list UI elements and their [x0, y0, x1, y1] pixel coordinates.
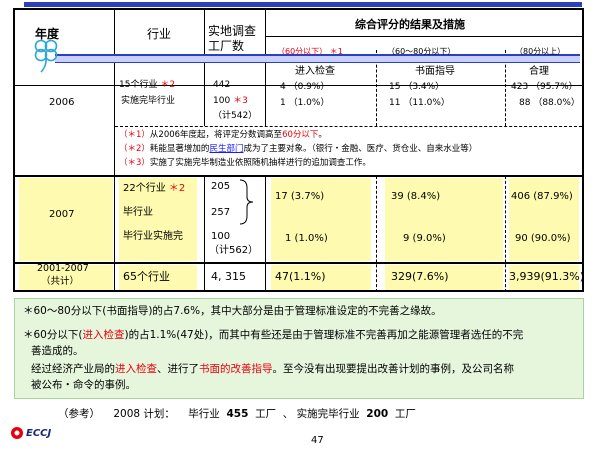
row-2006-high-1: 423 （95.7%） [511, 82, 578, 92]
row-2006-low-1: 4 （0.9%） [280, 82, 330, 92]
row-2007-high-1: 406 (87.9%) [511, 191, 573, 202]
row-total-count: 4, 315 [211, 270, 246, 283]
row-total-industry: 65个行业 [123, 270, 170, 283]
grid-line [114, 10, 115, 176]
row-2006-count-1: 442 [213, 80, 231, 90]
row-total-year-1: 2001-2007 [37, 263, 89, 274]
row-2007-industry-3: 毕行业实施完 [123, 231, 183, 242]
row-2006-industry-2: 实施完毕行业 [121, 96, 176, 106]
grid-line [115, 126, 582, 127]
row-2006-low-2: 1 （1.0%） [280, 98, 330, 108]
row-total-mid: 329(7.6%) [391, 270, 449, 283]
grid-line [204, 10, 205, 126]
grid-line [265, 176, 266, 292]
row-2007-industry-2: 毕行业 [123, 207, 153, 218]
note-3: （＊3）实施了实施完毕制造业依照随机抽样进行的追加调查工作。 [119, 158, 371, 168]
reference-line: （参考） 2008 计划： 毕行业 455 工厂 、 实施完毕行业 200 工厂 [58, 408, 416, 420]
header-results-title: 综合评分的结果及措施 [355, 18, 465, 31]
grid-line [265, 36, 582, 37]
grid-line [204, 176, 205, 292]
grid-line [265, 10, 266, 126]
row-2007-high-2: 90 (90.0%) [515, 233, 571, 244]
summary-bullet-3-cont: 被公布・命令的事例。 [31, 379, 136, 391]
row-2007-count-1: 205 [211, 181, 231, 192]
summary-box: ＊60～80分以下(书面指导)的占7.6%，其中大部分是由于管理标准设定的不完善… [14, 298, 584, 399]
row-2007-count-total: （计562） [209, 245, 259, 256]
row-2007-mid-1: 39 (8.4%) [391, 191, 441, 202]
row-2006-mid-1: 15 （3.4%） [389, 82, 445, 92]
eccj-logo-text: ECCJ [26, 428, 52, 439]
summary-bullet-2: ＊60分以下(进入检查)的占1.1%(47处)，而其中有些还是由于管理标准不完善… [23, 329, 524, 341]
row-total-low: 47(1.1%) [275, 270, 326, 283]
row-2006-year: 2006 [49, 97, 75, 108]
header-survey-count: 实地调查 工厂数 [208, 24, 257, 53]
row-2007-year: 2007 [49, 209, 75, 220]
brace-icon [239, 179, 254, 225]
eccj-logo-icon [11, 427, 23, 439]
grid-line [15, 262, 582, 264]
row-2006-mid-2: 11 （11.0%） [389, 98, 450, 108]
row-2006-count-2: 100 ＊3 [213, 96, 248, 106]
summary-bullet-3: 经过经济产业局的进入检查、进行了书面的改善指导。至今没有出现要提出改善计划的事例… [31, 363, 514, 375]
row-2007-industry-1: 22个行业 ＊2 [123, 183, 186, 194]
row-2007-mid-2: 9 (9.0%) [403, 233, 446, 244]
header-action-high: 合理 [529, 66, 549, 77]
row-2007-low-1: 17 (3.7%) [275, 191, 325, 202]
row-total-high: 3,939(91.3%) [509, 270, 585, 283]
grid-line [114, 176, 115, 292]
header-range-low: （60分以下） ＊1 [277, 47, 343, 56]
note-2: （＊2）耗能显著增加的民生部门成为了主要对象。（银行・金融、医疗、货仓业、自来水… [119, 144, 478, 154]
row-2006-industry-1: 15个行业 ＊2 [119, 80, 176, 90]
top-accent-bar [24, 2, 582, 7]
note-mark: ＊1 [329, 47, 343, 56]
row-2007-count-3: 100 [211, 231, 231, 242]
header-year: 年度 [35, 27, 60, 41]
header-action-low: 进入检查 [295, 66, 335, 77]
header-action-mid: 书面指导 [415, 66, 455, 77]
grid-line [505, 176, 506, 292]
grid-line [15, 175, 582, 177]
summary-bullet-2-cont: 善造成的。 [31, 345, 84, 357]
row-2007-count-2: 257 [211, 207, 231, 218]
note-1: （＊1）从2006年度起，将评定分数调高至60分以下。 [119, 130, 327, 140]
header-range-mid: （60～80分以下） [387, 47, 456, 56]
grid-line [376, 176, 377, 292]
header-range-high: （80分以上） [515, 47, 566, 56]
header-industry: 行业 [147, 27, 172, 41]
row-total-year-2: （共计） [41, 276, 80, 287]
row-2006-high-2: 88 （88.0%） [519, 98, 580, 108]
summary-bullet-1: ＊60～80分以下(书面指导)的占7.6%，其中大部分是由于管理标准设定的不完善… [23, 305, 442, 317]
results-table: 年度 行业 实地调查 工厂数 综合评分的结果及措施 （60分以下） ＊1 （60… [13, 8, 584, 292]
row-2007-low-2: 1 (1.0%) [285, 233, 328, 244]
row-2006-count-total: （计542） [213, 111, 258, 121]
page-number: 47 [311, 435, 324, 446]
